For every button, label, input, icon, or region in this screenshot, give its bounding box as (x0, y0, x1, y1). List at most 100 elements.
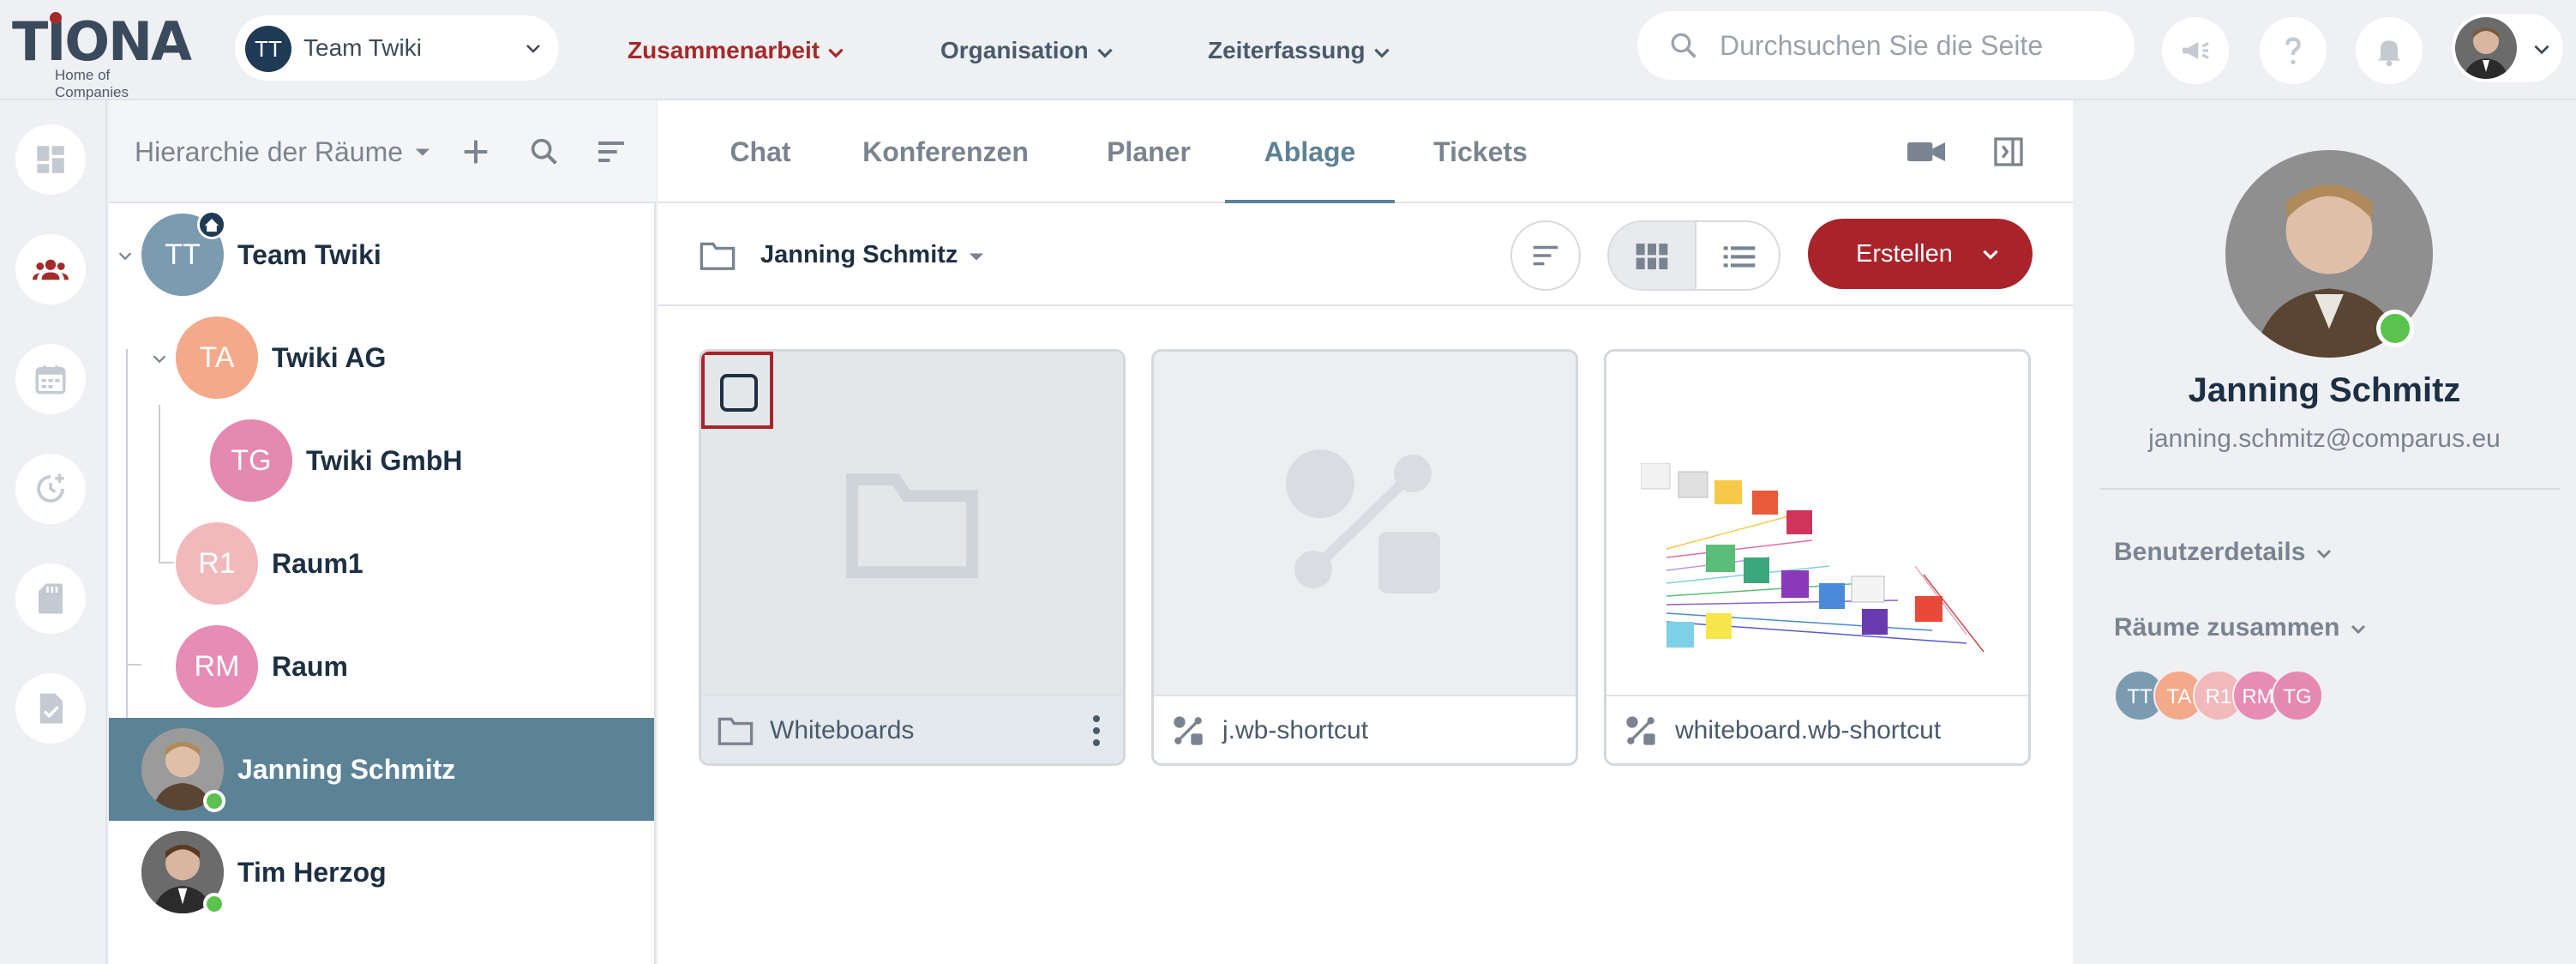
chevron-down-icon (1983, 250, 1998, 260)
tree-item-label: Janning Schmitz (237, 754, 456, 785)
nav-label: Zusammenarbeit (627, 37, 820, 63)
online-status-dot (203, 893, 225, 915)
grid-icon (1636, 244, 1668, 269)
folder-icon (700, 242, 736, 270)
file-card-whiteboard-wb-shortcut[interactable]: whiteboard.wb-shortcut (1604, 349, 2031, 766)
rail-dashboard-button[interactable] (15, 124, 86, 195)
team-icon (33, 259, 69, 280)
search-input[interactable]: Durchsuchen Sie die Seite (1720, 11, 2043, 80)
rail-tasks-button[interactable] (15, 673, 86, 744)
notifications-button[interactable] (2356, 17, 2423, 84)
room-avatar: TG (210, 419, 292, 502)
search-icon[interactable] (527, 135, 561, 169)
whiteboard-preview (1606, 352, 2028, 695)
create-button[interactable]: Erstellen (1808, 219, 2033, 289)
dashboard-icon (37, 146, 64, 173)
sd-card-icon (39, 583, 63, 614)
tree-item-tim-herzog[interactable]: Tim Herzog (109, 821, 654, 924)
sort-icon[interactable] (594, 135, 628, 169)
tree-item-raum1[interactable]: R1 Raum1 (109, 512, 654, 615)
logo[interactable]: TIONA Home of Companies (12, 10, 192, 100)
file-name: j.wb-shortcut (1222, 716, 1369, 744)
tree-item-janning-schmitz[interactable]: Janning Schmitz (109, 718, 654, 821)
team-avatar: TT (245, 26, 291, 72)
nav-label: Zeiterfassung (1208, 37, 1366, 63)
logo-tagline: Home of Companies (55, 67, 129, 100)
collapse-panel-icon[interactable] (1991, 133, 2026, 171)
room-hierarchy-panel: Hierarchie der Räume TT Team Twiki TA Tw… (109, 100, 656, 964)
section-benutzerdetails[interactable]: Benutzerdetails (2114, 538, 2334, 567)
chevron-down-icon (828, 48, 844, 58)
folder-icon (718, 717, 754, 745)
tree-item-twiki-ag[interactable]: TA Twiki AG (109, 306, 654, 409)
hierarchy-header: Hierarchie der Räume (109, 100, 656, 203)
tree-item-label: Raum (272, 651, 348, 682)
rail-time-tracking-button[interactable] (15, 454, 86, 524)
rail-calendar-button[interactable] (15, 344, 86, 414)
nav-zeiterfassung[interactable]: Zeiterfassung (1208, 0, 1393, 100)
tree-item-twiki-gmbh[interactable]: TG Twiki GmbH (109, 409, 654, 512)
tab-chat[interactable]: Chat (709, 100, 812, 203)
breadcrumb-path[interactable]: Janning Schmitz (760, 203, 958, 306)
user-avatar (2455, 17, 2517, 79)
chevron-down-icon[interactable] (150, 349, 169, 368)
room-avatar: RM (176, 625, 258, 708)
team-selector[interactable]: TT Team Twiki (235, 15, 559, 81)
whiteboard-sketch-image (1641, 463, 1985, 653)
file-thumbnail (1154, 352, 1576, 695)
caret-down-icon[interactable] (411, 140, 435, 164)
shared-room-avatar[interactable]: TG (2272, 670, 2323, 721)
video-camera-icon[interactable] (1906, 133, 1947, 171)
file-name: whiteboard.wb-shortcut (1675, 716, 1942, 744)
profile-name: Janning Schmitz (2188, 371, 2461, 409)
chevron-down-icon (526, 45, 540, 53)
nav-zusammenarbeit[interactable]: Zusammenarbeit (627, 0, 847, 100)
more-vertical-icon[interactable] (1092, 715, 1101, 746)
online-status-dot (2376, 310, 2414, 347)
tab-planer[interactable]: Planer (1093, 100, 1204, 203)
left-rail (0, 100, 107, 964)
folder-icon (846, 473, 978, 579)
tree-item-label: Twiki AG (272, 342, 387, 373)
sort-button[interactable] (1510, 220, 1581, 291)
tab-ablage[interactable]: Ablage (1225, 100, 1395, 203)
chevron-down-icon[interactable] (116, 246, 135, 265)
nav-organisation[interactable]: Organisation (940, 0, 1116, 100)
rail-storage-button[interactable] (15, 563, 86, 634)
tree-item-raum[interactable]: RM Raum (109, 615, 654, 718)
chevron-down-icon (2317, 550, 2332, 559)
file-card-whiteboards[interactable]: Whiteboards (699, 349, 1126, 766)
divider (2100, 488, 2560, 490)
section-label: Benutzerdetails (2114, 538, 2306, 566)
file-toolbar: Janning Schmitz Erstellen (658, 203, 2073, 306)
shortcut-icon (1174, 716, 1203, 745)
help-button[interactable] (2260, 17, 2327, 84)
grid-view-button[interactable] (1609, 222, 1695, 289)
calendar-icon (35, 365, 66, 395)
shortcut-shapes-icon (1286, 449, 1440, 593)
user-menu[interactable] (2452, 14, 2563, 82)
tree-item-label: Raum1 (272, 548, 363, 579)
profile-email[interactable]: janning.schmitz@comparus.eu (2073, 425, 2576, 454)
list-view-button[interactable] (1695, 222, 1779, 289)
tab-tickets[interactable]: Tickets (1420, 100, 1540, 203)
home-icon (204, 219, 219, 232)
tab-konferenzen[interactable]: Konferenzen (843, 100, 1048, 203)
section-raeume-zusammen[interactable]: Räume zusammen (2114, 613, 2369, 642)
chevron-down-icon (1373, 48, 1390, 58)
shortcut-icon (1626, 716, 1655, 745)
online-status-dot (203, 790, 225, 812)
announcements-button[interactable] (2162, 17, 2229, 84)
file-card-j-wb-shortcut[interactable]: j.wb-shortcut (1151, 349, 1578, 766)
file-card-footer: j.wb-shortcut (1154, 695, 1576, 763)
search-box[interactable]: Durchsuchen Sie die Seite (1637, 11, 2135, 80)
tree-item-team-twiki[interactable]: TT Team Twiki (109, 203, 654, 306)
rail-team-button[interactable] (15, 234, 86, 304)
chevron-down-icon (2534, 45, 2549, 55)
nav-label: Organisation (940, 37, 1089, 63)
select-checkbox[interactable] (720, 374, 758, 412)
add-icon[interactable] (459, 135, 493, 169)
hierarchy-title[interactable]: Hierarchie der Räume (135, 100, 403, 203)
profile-panel: Janning Schmitz janning.schmitz@comparus… (2073, 100, 2576, 964)
caret-down-icon[interactable] (964, 244, 988, 268)
